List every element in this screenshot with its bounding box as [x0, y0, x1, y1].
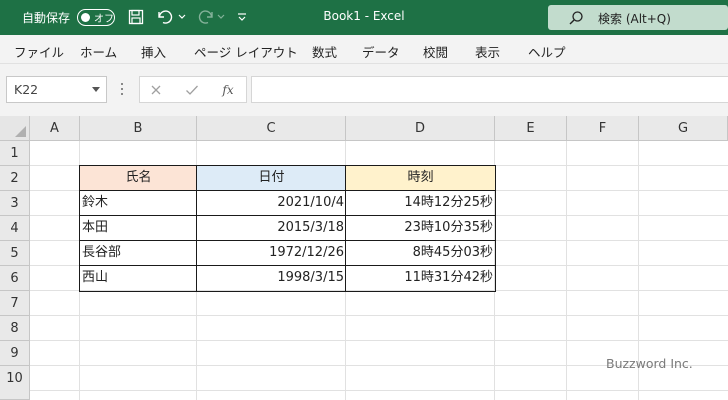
cell-d4[interactable]: 23時10分35秒: [346, 216, 495, 241]
formula-buttons: fx: [139, 76, 247, 103]
autosave-label: 自動保存: [22, 11, 71, 25]
cell-b2[interactable]: 氏名: [80, 166, 197, 191]
tab-formulas[interactable]: 数式: [312, 42, 337, 61]
formula-input[interactable]: [251, 76, 728, 103]
row-header-5[interactable]: 5: [0, 241, 30, 266]
select-all-button[interactable]: [0, 116, 30, 141]
title-bar: 自動保存 オフ Book1 - Excel 検索 (Alt+Q): [0, 0, 728, 35]
cell-c4[interactable]: 2015/3/18: [197, 216, 346, 241]
undo-dropdown-icon[interactable]: [177, 7, 187, 27]
search-icon: [569, 11, 583, 25]
cell-c6[interactable]: 1998/3/15: [197, 266, 346, 291]
more-options-icon[interactable]: [121, 83, 123, 97]
row-header-1[interactable]: 1: [0, 141, 30, 166]
customize-toolbar-icon[interactable]: [236, 7, 248, 27]
autosave-toggle-state: オフ: [94, 14, 114, 25]
row-header-7[interactable]: 7: [0, 291, 30, 316]
save-icon[interactable]: [126, 7, 146, 27]
row-header-8[interactable]: 8: [0, 316, 30, 341]
tab-page-layout[interactable]: ページ レイアウト: [194, 42, 298, 61]
column-header-g[interactable]: G: [639, 116, 728, 141]
cancel-icon[interactable]: [146, 81, 166, 99]
row-header-10[interactable]: 10: [0, 366, 30, 400]
tab-data[interactable]: データ: [362, 42, 400, 61]
cell-b6[interactable]: 西山: [80, 266, 197, 291]
tab-help[interactable]: ヘルプ: [528, 42, 566, 61]
column-header-e[interactable]: E: [495, 116, 567, 141]
cell-d3[interactable]: 14時12分25秒: [346, 191, 495, 216]
row-header-6[interactable]: 6: [0, 266, 30, 291]
column-header-a[interactable]: A: [30, 116, 80, 141]
redo-icon[interactable]: [196, 7, 216, 27]
column-header-c[interactable]: C: [197, 116, 346, 141]
row-header-2[interactable]: 2: [0, 166, 30, 191]
ribbon-tabs: ファイル ホーム 挿入 ページ レイアウト 数式 データ 校閲 表示 ヘルプ: [0, 35, 728, 64]
search-placeholder: 検索 (Alt+Q): [598, 12, 671, 26]
row-header-9[interactable]: 9: [0, 341, 30, 366]
watermark: Buzzword Inc.: [606, 356, 693, 371]
tab-home[interactable]: ホーム: [80, 42, 117, 61]
row-header-4[interactable]: 4: [0, 216, 30, 241]
tab-view[interactable]: 表示: [475, 42, 500, 61]
formula-bar: K22 fx: [0, 64, 728, 116]
undo-icon[interactable]: [155, 7, 175, 27]
row-header-3[interactable]: 3: [0, 191, 30, 216]
column-header-f[interactable]: F: [567, 116, 639, 141]
column-header-b[interactable]: B: [80, 116, 197, 141]
cell-b3[interactable]: 鈴木: [80, 191, 197, 216]
search-box[interactable]: 検索 (Alt+Q): [548, 5, 728, 30]
tab-file[interactable]: ファイル: [14, 42, 64, 61]
cell-b5[interactable]: 長谷部: [80, 241, 197, 266]
worksheet-grid[interactable]: A B C D E F G 1 2 3 4 5 6 7 8 9 10 氏名 日付…: [0, 116, 728, 400]
chevron-down-icon[interactable]: [92, 87, 100, 92]
cell-c2[interactable]: 日付: [197, 166, 346, 191]
tab-review[interactable]: 校閲: [423, 42, 448, 61]
autosave-toggle[interactable]: オフ: [77, 9, 115, 26]
redo-dropdown-icon[interactable]: [216, 7, 226, 27]
tab-insert[interactable]: 挿入: [141, 42, 166, 61]
cell-b4[interactable]: 本田: [80, 216, 197, 241]
cell-d5[interactable]: 8時45分03秒: [346, 241, 495, 266]
column-header-d[interactable]: D: [346, 116, 495, 141]
cell-d2[interactable]: 時刻: [346, 166, 495, 191]
enter-check-icon[interactable]: [182, 81, 202, 99]
cell-d6[interactable]: 11時31分42秒: [346, 266, 495, 291]
name-box[interactable]: K22: [6, 76, 107, 103]
name-box-value: K22: [14, 82, 39, 97]
toggle-knob: [81, 12, 90, 22]
cell-c5[interactable]: 1972/12/26: [197, 241, 346, 266]
insert-function-icon[interactable]: fx: [218, 81, 238, 99]
cell-c3[interactable]: 2021/10/4: [197, 191, 346, 216]
